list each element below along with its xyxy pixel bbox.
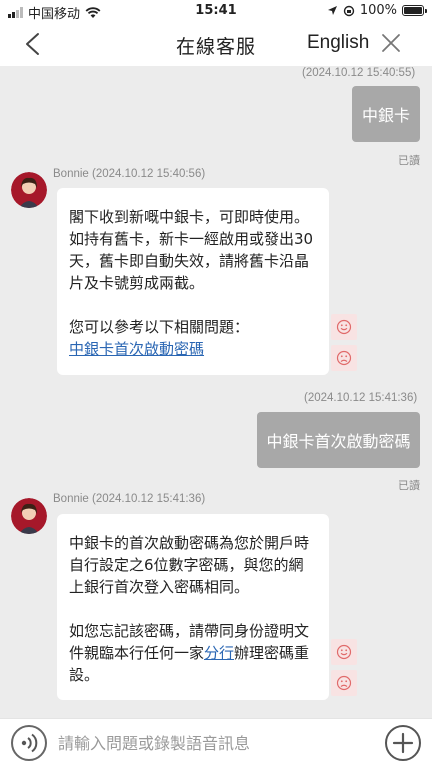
plus-icon	[392, 732, 414, 754]
smile-icon	[336, 644, 352, 660]
read-status: 已讀	[398, 154, 420, 167]
branch-link[interactable]: 分行	[204, 644, 234, 662]
message-text: 您可以參考以下相關問題：	[69, 318, 250, 336]
input-bar	[0, 718, 432, 768]
battery-percent: 100%	[359, 3, 397, 18]
message-text: 如您忘記該密碼，請帶同身份證明文件親臨本行任何一家分行辦理密碼重設。	[69, 622, 310, 684]
status-bar: 中国移动 15:41 100%	[0, 0, 432, 22]
back-button[interactable]	[18, 28, 48, 60]
thumbs-down-button[interactable]	[331, 670, 357, 696]
location-icon	[327, 6, 337, 15]
chat-history[interactable]: (2024.10.12 15:40:55) 中銀卡 已讀 Bonnie (202…	[0, 66, 432, 718]
close-icon	[382, 34, 400, 52]
orientation-lock-icon	[343, 5, 355, 16]
message-timestamp: (2024.10.12 15:40:55)	[302, 67, 416, 79]
read-status: 已讀	[398, 479, 420, 492]
voice-icon	[21, 733, 38, 753]
agent-avatar	[11, 498, 47, 534]
add-button[interactable]	[385, 725, 421, 761]
message-text: 中銀卡的首次啟動密碼為您於開戶時自行設定之6位數字密碼，與您的網上銀行首次登入密…	[69, 534, 310, 596]
battery-icon	[402, 5, 427, 16]
frown-icon	[336, 350, 352, 366]
agent-message-bubble: 中銀卡的首次啟動密碼為您於開戶時自行設定之6位數字密碼，與您的網上銀行首次登入密…	[57, 514, 329, 700]
chevron-left-icon	[26, 33, 39, 55]
language-toggle-button[interactable]: English	[307, 32, 369, 54]
voice-button[interactable]	[11, 725, 47, 761]
smile-icon	[336, 319, 352, 335]
message-input[interactable]	[58, 727, 368, 759]
thumbs-up-button[interactable]	[331, 639, 357, 665]
agent-avatar	[11, 172, 47, 208]
message-timestamp: (2024.10.12 15:41:36)	[304, 392, 418, 404]
message-text: 閣下收到新嘅中銀卡，可即時使用。如持有舊卡，新卡一經啟用或發出30天，舊卡即自動…	[69, 208, 314, 292]
header: 在線客服 English	[0, 22, 432, 66]
agent-name-timestamp: Bonnie (2024.10.12 15:40:56)	[53, 168, 206, 180]
user-message-bubble: 中銀卡首次啟動密碼	[257, 412, 420, 468]
thumbs-up-button[interactable]	[331, 314, 357, 340]
user-message-bubble: 中銀卡	[352, 86, 420, 142]
close-button[interactable]	[378, 30, 404, 56]
frown-icon	[336, 675, 352, 691]
related-question-link[interactable]: 中銀卡首次啟動密碼	[69, 340, 204, 358]
agent-name-timestamp: Bonnie (2024.10.12 15:41:36)	[53, 493, 206, 505]
thumbs-down-button[interactable]	[331, 345, 357, 371]
agent-message-bubble: 閣下收到新嘅中銀卡，可即時使用。如持有舊卡，新卡一經啟用或發出30天，舊卡即自動…	[57, 188, 329, 375]
